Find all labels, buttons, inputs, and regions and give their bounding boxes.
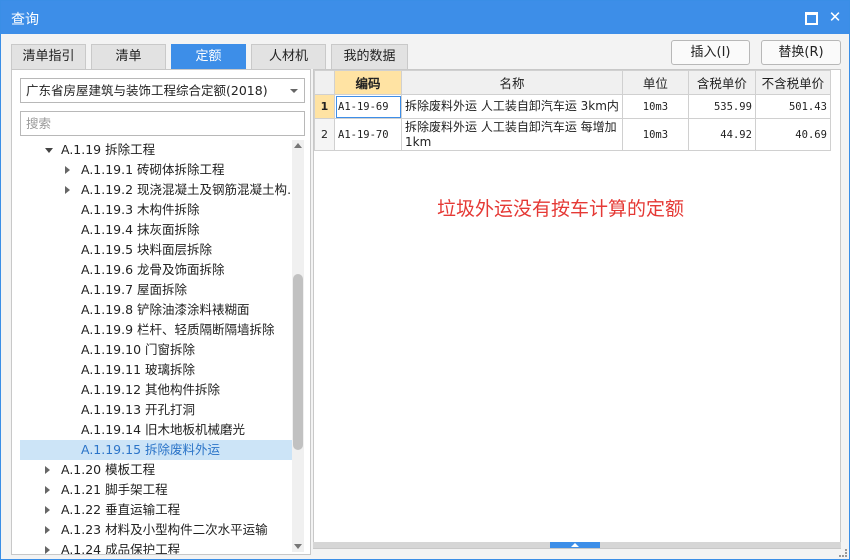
title-bar[interactable]: 查询 ✕ — [1, 1, 849, 34]
collapsed-arrow-icon[interactable] — [65, 166, 70, 174]
tab-my-data[interactable]: 我的数据 — [331, 44, 408, 69]
collapsed-arrow-icon[interactable] — [45, 526, 50, 534]
tree-item[interactable]: A.1.20 模板工程 — [20, 460, 292, 480]
tree-item[interactable]: A.1.23 材料及小型构件二次水平运输 — [20, 520, 292, 540]
tree-item[interactable]: A.1.19.7 屋面拆除 — [20, 280, 292, 300]
cell-code[interactable]: A1-19-70 — [334, 118, 402, 151]
cell-name[interactable]: 拆除废料外运 人工装自卸汽车运 3km内 — [401, 94, 623, 119]
header-notax-price[interactable]: 不含税单价 — [754, 70, 831, 95]
quota-results-panel: 编码 名称 单位 含税单价 不含税单价 1 A1-19-69 拆除废料外运 人工… — [313, 69, 841, 549]
search-input[interactable] — [20, 111, 305, 136]
tree-item-label: A.1.19.14 旧木地板机械磨光 — [81, 422, 245, 437]
quota-table: 编码 名称 单位 含税单价 不含税单价 1 A1-19-69 拆除废料外运 人工… — [314, 70, 831, 151]
tree-item-label: A.1.19.7 屋面拆除 — [81, 282, 188, 297]
scroll-up-icon[interactable] — [294, 143, 302, 148]
tree-item-label: A.1.19.12 其他构件拆除 — [81, 382, 220, 397]
tab-labor-material-machine[interactable]: 人材机 — [251, 44, 326, 69]
quota-library-select[interactable]: 广东省房屋建筑与装饰工程综合定额(2018) — [20, 78, 305, 103]
cell-tax-price[interactable]: 44.92 — [687, 118, 756, 151]
tab-list-guide[interactable]: 清单指引 — [11, 44, 86, 69]
tree-item-label: A.1.19.4 抹灰面拆除 — [81, 222, 200, 237]
window-title: 查询 — [11, 12, 39, 28]
tree-item-label: A.1.19.6 龙骨及饰面拆除 — [81, 262, 225, 277]
tree-item-label: A.1.19.11 玻璃拆除 — [81, 362, 195, 377]
tree-item[interactable]: A.1.22 垂直运输工程 — [20, 500, 292, 520]
tree-item-label: A.1.19 拆除工程 — [61, 142, 156, 157]
tree-item[interactable]: A.1.19.3 木构件拆除 — [20, 200, 292, 220]
tree-item-label: A.1.19.9 栏杆、轻质隔断隔墙拆除 — [81, 322, 275, 337]
collapsed-arrow-icon[interactable] — [45, 486, 50, 494]
row-number: 2 — [314, 118, 335, 151]
replace-button[interactable]: 替换(R) — [761, 40, 841, 65]
close-icon[interactable]: ✕ — [827, 9, 843, 25]
collapsed-arrow-icon[interactable] — [45, 546, 50, 554]
tree-item[interactable]: A.1.19.5 块料面层拆除 — [20, 240, 292, 260]
tree-item-label: A.1.19.15 拆除废料外运 — [81, 442, 220, 457]
tree-item[interactable]: A.1.19.8 铲除油漆涂料裱糊面 — [20, 300, 292, 320]
tab-list[interactable]: 清单 — [91, 44, 166, 69]
quota-tree-panel: 广东省房屋建筑与装饰工程综合定额(2018) A.1.19 拆除工程A.1.19… — [11, 69, 311, 555]
tree-item[interactable]: A.1.19.9 栏杆、轻质隔断隔墙拆除 — [20, 320, 292, 340]
tree-item-label: A.1.19.10 门窗拆除 — [81, 342, 195, 357]
cell-unit[interactable]: 10m3 — [621, 118, 689, 151]
quota-library-value: 广东省房屋建筑与装饰工程综合定额(2018) — [26, 83, 268, 98]
tree-item[interactable]: A.1.19.4 抹灰面拆除 — [20, 220, 292, 240]
tree-item-label: A.1.19.1 砖砌体拆除工程 — [81, 162, 225, 177]
tree-item-label: A.1.23 材料及小型构件二次水平运输 — [61, 522, 268, 537]
chevron-down-icon — [290, 89, 298, 93]
tree-item-label: A.1.21 脚手架工程 — [61, 482, 168, 497]
cell-name[interactable]: 拆除废料外运 人工装自卸汽车运 每增加1km — [401, 118, 623, 151]
header-tax-price[interactable]: 含税单价 — [687, 70, 756, 95]
tree-item[interactable]: A.1.19.2 现浇混凝土及钢筋混凝土构… — [20, 180, 292, 200]
tree-item[interactable]: A.1.19.10 门窗拆除 — [20, 340, 292, 360]
tree-item[interactable]: A.1.19.1 砖砌体拆除工程 — [20, 160, 292, 180]
query-dialog: 查询 ✕ 清单指引 清单 定额 人材机 我的数据 插入(I) 替换(R) 广东省… — [0, 0, 850, 560]
table-row[interactable]: 2 A1-19-70 拆除废料外运 人工装自卸汽车运 每增加1km 10m3 4… — [314, 118, 831, 151]
expanded-arrow-icon[interactable] — [45, 148, 53, 153]
tree-item[interactable]: A.1.19.6 龙骨及饰面拆除 — [20, 260, 292, 280]
table-header-row: 编码 名称 单位 含税单价 不含税单价 — [314, 70, 831, 95]
tree-item-label: A.1.19.13 开孔打洞 — [81, 402, 195, 417]
tree-item[interactable]: A.1.19.11 玻璃拆除 — [20, 360, 292, 380]
scroll-thumb[interactable] — [293, 274, 303, 450]
cell-notax-price[interactable]: 40.69 — [754, 118, 831, 151]
table-row[interactable]: 1 A1-19-69 拆除废料外运 人工装自卸汽车运 3km内 10m3 535… — [314, 94, 831, 119]
row-number: 1 — [314, 94, 335, 119]
tree-item[interactable]: A.1.19.13 开孔打洞 — [20, 400, 292, 420]
cell-notax-price[interactable]: 501.43 — [754, 94, 831, 119]
scroll-down-icon[interactable] — [294, 544, 302, 549]
tab-quota[interactable]: 定额 — [171, 44, 246, 69]
maximize-icon[interactable] — [802, 9, 818, 25]
tree-item[interactable]: A.1.19.14 旧木地板机械磨光 — [20, 420, 292, 440]
tree-item[interactable]: A.1.24 成品保护工程 — [20, 540, 292, 554]
tree-item[interactable]: A.1.19.12 其他构件拆除 — [20, 380, 292, 400]
panel-splitter[interactable] — [313, 542, 841, 548]
tree-scrollbar[interactable] — [292, 140, 304, 552]
collapsed-arrow-icon[interactable] — [45, 466, 50, 474]
header-unit[interactable]: 单位 — [621, 70, 689, 95]
header-code[interactable]: 编码 — [334, 70, 402, 95]
cell-tax-price[interactable]: 535.99 — [687, 94, 756, 119]
cell-code[interactable]: A1-19-69 — [334, 94, 402, 119]
collapsed-arrow-icon[interactable] — [45, 506, 50, 514]
resize-grip-icon[interactable] — [839, 549, 847, 557]
tree-item-label: A.1.19.3 木构件拆除 — [81, 202, 200, 217]
tree-item-label: A.1.19.8 铲除油漆涂料裱糊面 — [81, 302, 250, 317]
tree-item-label: A.1.24 成品保护工程 — [61, 542, 181, 554]
header-rownum — [314, 70, 335, 95]
tree-item[interactable]: A.1.21 脚手架工程 — [20, 480, 292, 500]
insert-button[interactable]: 插入(I) — [671, 40, 750, 65]
tree-item-label: A.1.19.2 现浇混凝土及钢筋混凝土构… — [81, 182, 292, 197]
collapse-grip-icon[interactable] — [550, 542, 600, 548]
tree-item-label: A.1.22 垂直运输工程 — [61, 502, 181, 517]
header-name[interactable]: 名称 — [401, 70, 623, 95]
quota-tree: A.1.19 拆除工程 A.1.19.1 砖砌体拆除工程 A.1.19.2 现浇混凝… — [20, 140, 292, 554]
annotation-text: 垃圾外运没有按车计算的定额 — [437, 198, 685, 220]
cell-unit[interactable]: 10m3 — [621, 94, 689, 119]
tree-item-label: A.1.19.5 块料面层拆除 — [81, 242, 213, 257]
tree-item[interactable]: A.1.19.15 拆除废料外运 — [20, 440, 292, 460]
tree-item-label: A.1.20 模板工程 — [61, 462, 156, 477]
collapsed-arrow-icon[interactable] — [65, 186, 70, 194]
tree-item[interactable]: A.1.19 拆除工程 — [20, 140, 292, 160]
